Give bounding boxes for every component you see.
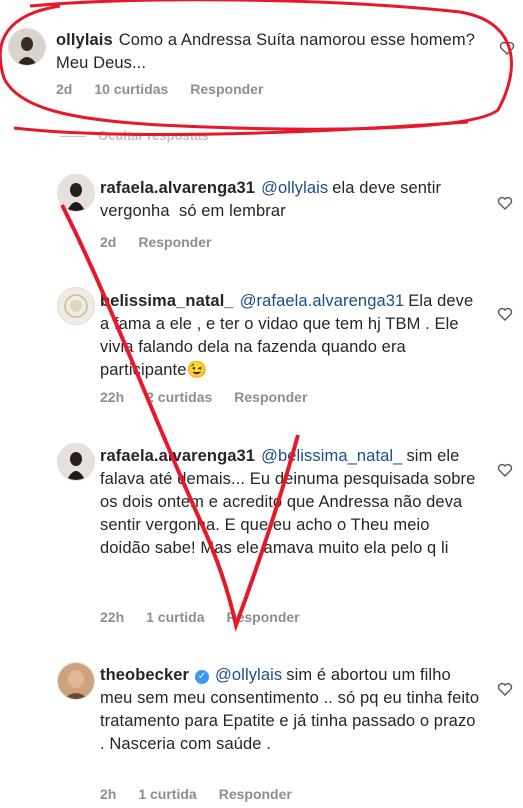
avatar[interactable] xyxy=(57,662,95,700)
comment-meta: 2h 1 curtida Responder xyxy=(100,786,314,802)
comment-text: theobecker ✓ @ollylais sim é abortou um fil… xyxy=(100,666,484,753)
like-heart-icon[interactable] xyxy=(497,681,513,697)
reply-button[interactable]: Responder xyxy=(219,786,292,802)
timestamp: 2h xyxy=(100,786,117,802)
mention[interactable]: @ollylais xyxy=(215,666,282,684)
username[interactable]: belissima_natal_ xyxy=(100,292,234,310)
red-arrow-annotation xyxy=(60,204,300,632)
reply-button[interactable]: Responder xyxy=(190,81,263,97)
reply-button[interactable]: Responder xyxy=(234,389,307,405)
comment-meta: 2d 10 curtidas Responder xyxy=(56,81,285,97)
verified-badge-icon: ✓ xyxy=(195,670,210,684)
likes-count[interactable]: 1 curtida xyxy=(138,786,196,802)
like-heart-icon[interactable] xyxy=(499,40,515,56)
mention[interactable]: @rafaela.alvarenga31 xyxy=(240,292,405,310)
mention[interactable]: @ollylais xyxy=(261,179,328,197)
avatar[interactable] xyxy=(57,287,95,325)
likes-count[interactable]: 1 curtida xyxy=(146,609,204,625)
like-heart-icon[interactable] xyxy=(497,462,513,478)
avatar[interactable] xyxy=(57,174,95,212)
hide-replies-button[interactable]: Ocultar respostas xyxy=(98,128,209,143)
username[interactable]: rafaela.alvarenga31 xyxy=(100,447,255,465)
comment-meta: 22h 1 curtida Responder xyxy=(100,609,322,625)
timestamp: 22h xyxy=(100,609,125,625)
reply-button[interactable]: Responder xyxy=(138,234,211,250)
likes-count[interactable]: 2 curtidas xyxy=(146,389,212,405)
avatar[interactable] xyxy=(57,443,95,481)
reply-button[interactable]: Responder xyxy=(226,609,299,625)
timestamp: 2d xyxy=(56,81,73,97)
username[interactable]: ollylais xyxy=(56,31,113,49)
timestamp: 22h xyxy=(100,389,125,405)
comment-text: ollylais Como a Andressa Suíta namorou es… xyxy=(56,31,480,72)
like-heart-icon[interactable] xyxy=(497,195,513,211)
username[interactable]: rafaela.alvarenga31 xyxy=(100,179,255,197)
divider xyxy=(60,136,86,137)
username[interactable]: theobecker xyxy=(100,666,189,684)
likes-count[interactable]: 10 curtidas xyxy=(94,81,168,97)
avatar[interactable] xyxy=(8,28,46,66)
comment-meta: 2d Responder xyxy=(100,234,233,250)
comment-text: belissima_natal_ @rafaela.alvarenga31 Ela … xyxy=(100,292,478,379)
red-underline-annotation xyxy=(13,120,469,137)
comment-text: rafaela.alvarenga31 @belissima_natal_ sim … xyxy=(100,447,481,557)
mention[interactable]: @belissima_natal_ xyxy=(261,447,402,465)
comment-text: rafaela.alvarenga31 @ollylais ela deve sen… xyxy=(100,179,446,220)
timestamp: 2d xyxy=(100,234,117,250)
comment-meta: 22h 2 curtidas Responder xyxy=(100,389,329,405)
like-heart-icon[interactable] xyxy=(497,306,513,322)
